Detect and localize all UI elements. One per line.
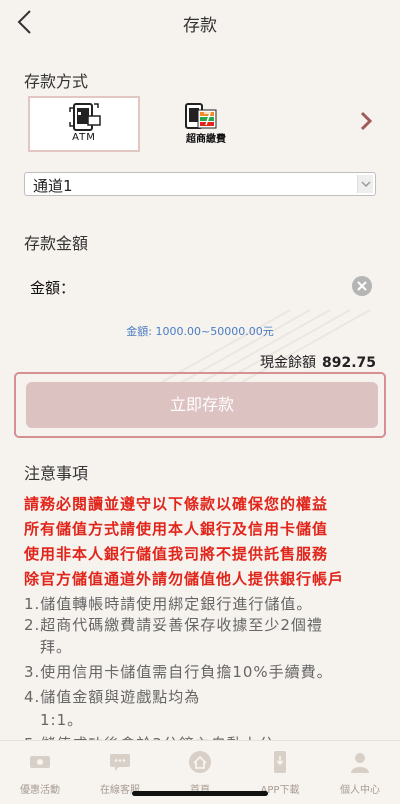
warning-line: 請務必閱讀並遵守以下條款以確保您的權益 (24, 495, 329, 513)
header: 存款 (0, 0, 400, 44)
chevron-down-icon (357, 175, 373, 193)
chevron-right-icon[interactable] (356, 109, 376, 133)
page-title: 存款 (183, 16, 217, 36)
amount-range-hint: 金額: 1000.00~50000.00元 (126, 325, 274, 338)
rule-line: 3.使用信用卡儲值需自行負擔10%手續費。 (24, 663, 333, 681)
method-atm-button[interactable]: ATM (28, 96, 140, 152)
deposit-now-button[interactable]: 立即存款 (26, 382, 378, 428)
ticket-icon (30, 756, 50, 768)
rule-line: 4.儲值金額與遊戲點均為 (24, 688, 201, 706)
nav-label: 優惠活動 (20, 785, 60, 796)
submit-highlight: 立即存款 (14, 372, 386, 438)
nav-item-customer-service[interactable]: 在線客服 (80, 749, 160, 796)
rule-line: 1:1。 (24, 711, 84, 729)
user-icon (351, 753, 369, 773)
nav-item-profile[interactable]: 個人中心 (320, 749, 400, 796)
nav-item-home[interactable]: 首頁 (160, 749, 240, 796)
cash-balance: 現金餘額 892.75 (260, 352, 376, 372)
method-store-label: 超商繳費 (186, 134, 226, 145)
warning-line: 使用非本人銀行儲值我司將不提供託售服務 (24, 545, 329, 563)
home-icon (189, 751, 211, 773)
chat-icon (110, 754, 130, 771)
method-convenience-store-button[interactable]: 超商繳費 (150, 96, 262, 152)
channel-select[interactable]: 通道1 (24, 172, 376, 196)
nav-item-promotions[interactable]: 優惠活動 (0, 749, 80, 796)
channel-selected-value: 通道1 (33, 177, 73, 195)
rule-line: 1.儲值轉帳時請使用綁定銀行進行儲值。 (24, 595, 313, 613)
nav-item-app-download[interactable]: APP下載 (240, 749, 320, 796)
rule-line: 2.超商代碼繳費請妥善保存收據至少2個禮 (24, 616, 323, 634)
warning-line: 所有儲值方式請使用本人銀行及信用卡儲值 (24, 520, 329, 538)
deposit-amount-label: 存款金額 (24, 234, 89, 253)
cash-balance-label: 現金餘額 (259, 355, 316, 371)
nav-label: 個人中心 (340, 785, 380, 796)
method-atm-label: ATM (72, 132, 96, 143)
phone-download-icon (274, 751, 286, 773)
cash-balance-value: 892.75 (321, 355, 376, 371)
deposit-method-label: 存款方式 (24, 72, 89, 91)
warning-line: 除官方儲值通道外請勿儲值他人提供銀行帳戶 (24, 570, 345, 588)
deposit-method-selector: ATM 超商繳費 (24, 94, 376, 154)
rule-line: 拜。 (24, 638, 73, 656)
notice-title: 注意事項 (24, 464, 89, 483)
home-indicator (132, 791, 268, 796)
